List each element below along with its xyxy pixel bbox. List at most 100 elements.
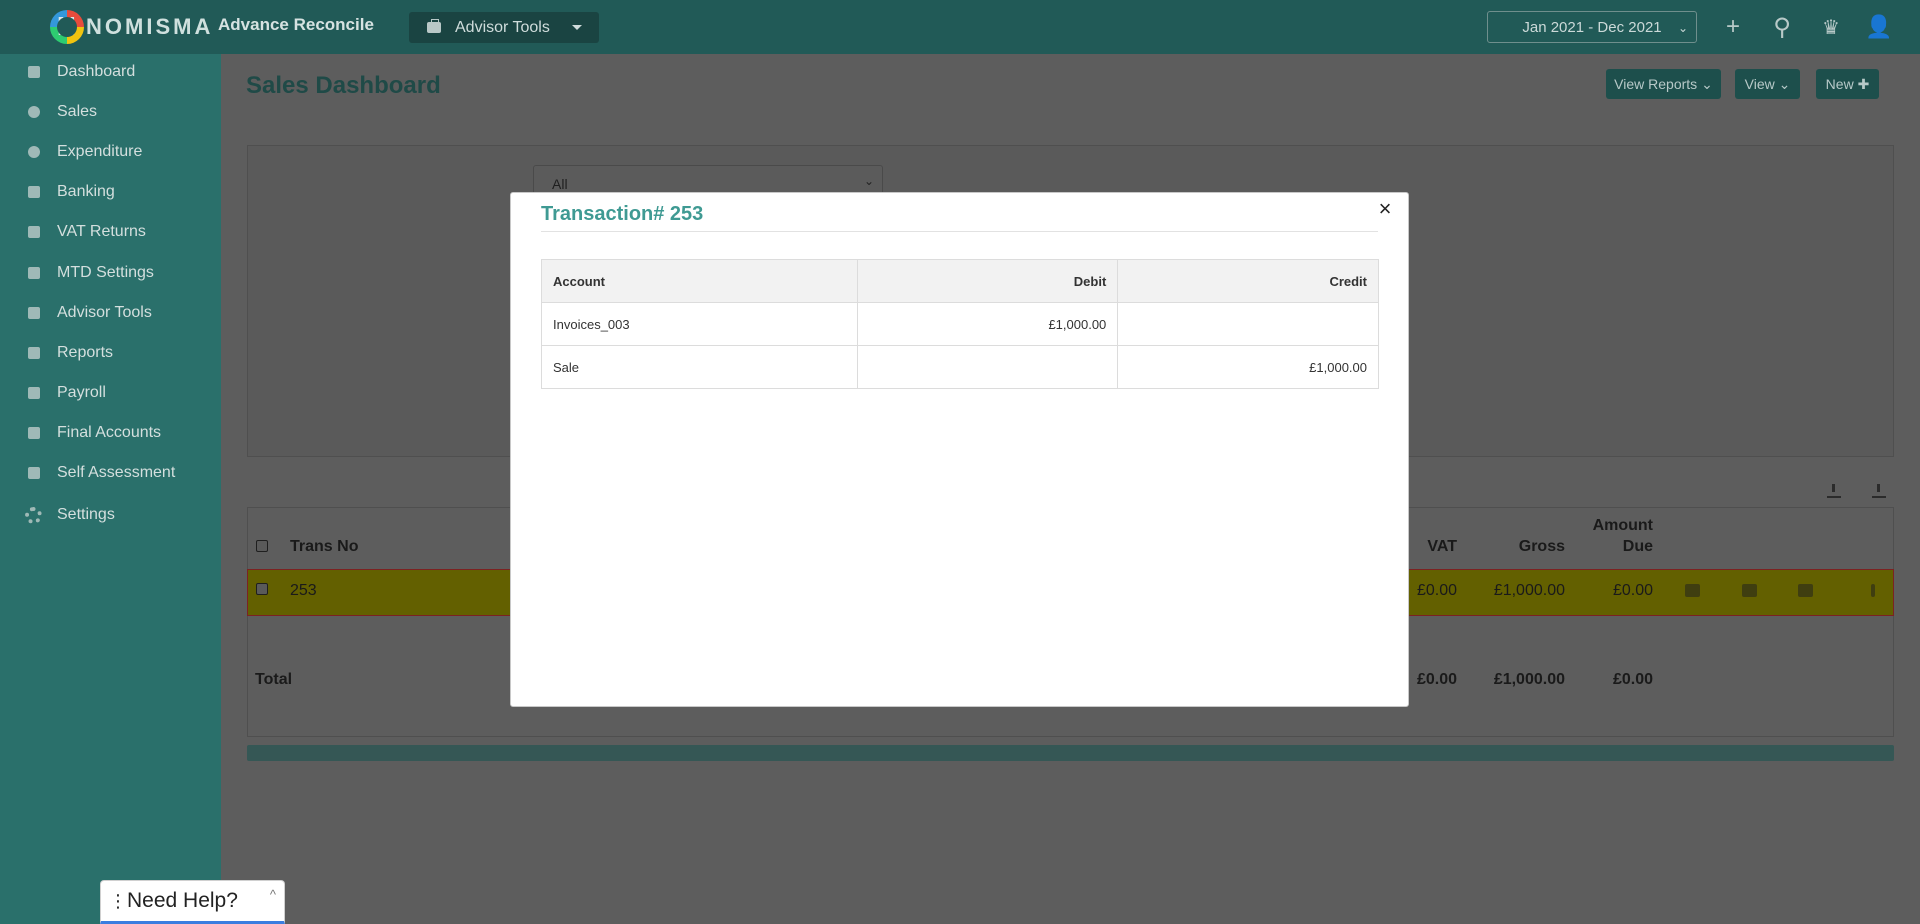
user-icon[interactable]: 👤 [1862,10,1896,44]
sidebar-item-sales[interactable]: Sales [0,97,221,127]
crest-icon[interactable]: ♛ [1814,10,1848,44]
plus-icon: ✚ [1857,75,1870,92]
expenditure-icon [28,146,40,158]
credit-cell [1117,302,1379,346]
credit-cell: £1,000.00 [1117,345,1379,389]
chevron-down-icon: ⌄ [863,174,874,188]
account-column-header: Account [541,259,858,303]
need-help-widget[interactable]: ⋮ Need Help? ^ [100,880,285,924]
new-button[interactable]: New ✚ [1816,69,1879,99]
payroll-icon [28,387,40,399]
sidebar-item-label: Expenditure [57,143,143,160]
drag-handle-icon[interactable]: ⋮ [109,891,127,912]
need-help-label: Need Help? [127,889,238,912]
view-button[interactable]: View ⌄ [1735,69,1800,99]
debit-cell [856,345,1119,389]
row-trans-no[interactable]: 253 [290,582,317,600]
table-row: Invoices_003 £1,000.00 [541,302,1379,346]
top-bar: N NOMISMA Advance Reconcile Advisor Tool… [0,0,1920,54]
gross-header[interactable]: Gross [1471,538,1565,556]
sidebar-item-label: Dashboard [57,63,136,80]
vat-header[interactable]: VAT [1401,538,1457,556]
app-title: Advance Reconcile [218,15,374,34]
bank-icon [28,186,40,198]
account-cell: Invoices_003 [541,302,858,346]
advisor-tools-label: Advisor Tools [455,18,550,36]
upload-icon[interactable] [1827,484,1841,498]
page-title: Sales Dashboard [246,72,441,99]
caret-down-icon [571,25,582,30]
eye-icon[interactable] [1685,584,1700,597]
sidebar-item-label: Banking [57,183,115,200]
app-logo[interactable]: N NOMISMA [50,10,213,44]
close-icon[interactable]: × [1375,196,1395,222]
plus-icon[interactable]: + [1716,10,1750,44]
sidebar-item-label: Settings [57,506,115,523]
table-header-row: Account Debit Credit [541,259,1379,303]
row-checkbox[interactable] [256,583,268,595]
sidebar-item-label: Final Accounts [57,424,162,441]
chevron-up-icon[interactable]: ^ [270,887,276,902]
sidebar-item-label: VAT Returns [57,223,146,240]
date-range-value: Jan 2021 - Dec 2021 [1522,18,1662,36]
modal-divider [541,231,1378,232]
view-label: View [1744,76,1775,92]
sidebar-item-label: Advisor Tools [57,304,152,321]
view-reports-button[interactable]: View Reports ⌄ [1606,69,1721,99]
download-icon[interactable] [1872,484,1886,498]
amount-due-header-line2[interactable]: Due [1581,538,1653,556]
envelope-icon[interactable] [1742,584,1757,597]
self-assessment-icon [28,467,40,479]
customer-value: All [552,176,568,192]
trans-no-header[interactable]: Trans No [290,538,358,556]
account-cell: Sale [541,345,858,389]
horizontal-scrollbar[interactable] [247,745,1894,761]
sidebar-item-label: Self Assessment [57,464,176,481]
logo-mark: N [50,10,84,44]
transaction-table: Account Debit Credit Invoices_003 £1,000… [541,259,1379,389]
gear-icon [25,506,42,524]
sidebar-item-payroll[interactable]: Payroll [0,378,221,408]
total-gross: £1,000.00 [1493,671,1565,688]
row-amount-due: £0.00 [1612,582,1653,599]
reports-icon [28,347,40,359]
new-label: New [1825,76,1854,92]
total-amount-due: £0.00 [1612,671,1653,688]
sidebar-item-settings[interactable]: Settings [0,500,221,530]
date-range-select[interactable]: Jan 2021 - Dec 2021 ⌄ [1487,11,1697,43]
sidebar-item-expenditure[interactable]: Expenditure [0,137,221,167]
sidebar-item-label: Reports [57,344,114,361]
sidebar-item-vat-returns[interactable]: VAT Returns [0,217,221,247]
pencil-icon[interactable] [1798,584,1813,597]
view-reports-label: View Reports [1614,76,1698,92]
briefcase-icon [427,19,441,33]
sidebar-item-self-assessment[interactable]: Self Assessment [0,458,221,488]
logo-text: NOMISMA [86,14,214,39]
table-row: Sale £1,000.00 [541,345,1379,389]
more-icon[interactable] [1871,584,1875,597]
sidebar-item-reports[interactable]: Reports [0,338,221,368]
mtd-icon [28,267,40,279]
search-icon[interactable]: ⚲ [1765,10,1799,44]
dashboard-icon [28,66,40,78]
select-all-checkbox[interactable] [256,540,268,552]
sidebar-item-final-accounts[interactable]: Final Accounts [0,418,221,448]
row-vat: £0.00 [1416,582,1457,599]
sidebar: Dashboard Sales Expenditure Banking VAT … [0,54,221,924]
transaction-modal: Transaction# 253 × Account Debit Credit … [510,192,1409,707]
sidebar-item-dashboard[interactable]: Dashboard [0,57,221,87]
debit-column-header: Debit [856,259,1119,303]
sidebar-item-mtd-settings[interactable]: MTD Settings [0,258,221,288]
sidebar-item-banking[interactable]: Banking [0,177,221,207]
sidebar-item-advisor-tools[interactable]: Advisor Tools [0,298,221,328]
advisor-tools-button[interactable]: Advisor Tools [409,12,599,43]
total-vat: £0.00 [1416,671,1457,688]
row-gross: £1,000.00 [1493,582,1565,599]
sidebar-item-label: Payroll [57,384,106,401]
vat-icon [28,226,40,238]
sales-icon [28,106,40,118]
sidebar-item-label: Sales [57,103,98,120]
chevron-down-icon: ⌄ [1778,75,1791,92]
amount-due-header-line1[interactable]: Amount [1581,517,1653,535]
briefcase-icon [28,307,40,319]
